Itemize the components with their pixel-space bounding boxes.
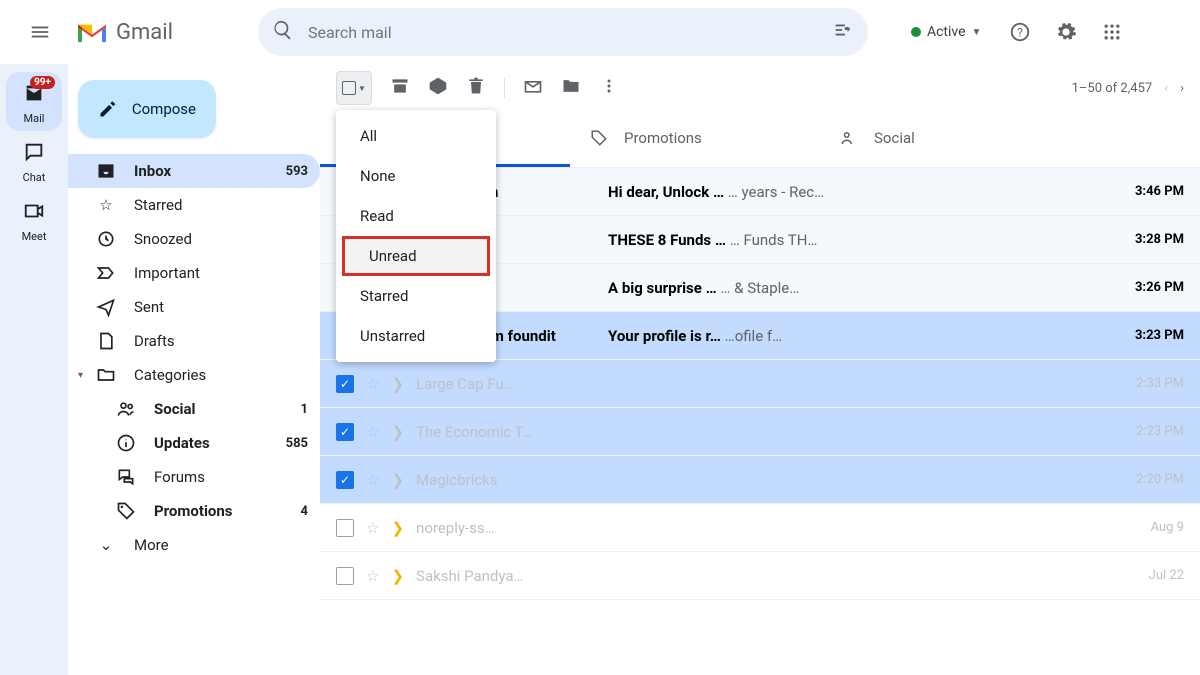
important-marker-icon[interactable]: ❯ [391, 375, 404, 393]
meet-icon [23, 200, 45, 226]
archive-icon[interactable] [390, 76, 410, 100]
sidebar-item-important[interactable]: Important [68, 256, 320, 290]
next-page-icon[interactable]: › [1180, 81, 1184, 96]
move-icon[interactable] [561, 76, 581, 100]
spam-icon[interactable] [428, 76, 448, 100]
more-icon[interactable] [599, 76, 619, 100]
star-icon[interactable]: ☆ [366, 519, 379, 537]
sidebar-item-inbox[interactable]: Inbox593 [68, 154, 320, 188]
folder-icon [96, 365, 116, 385]
dropdown-starred[interactable]: Starred [336, 276, 496, 316]
rail-chat[interactable]: Chat [6, 131, 62, 190]
caret-icon: ▾ [78, 370, 83, 381]
star-icon[interactable]: ☆ [366, 423, 379, 441]
delete-icon[interactable] [466, 76, 486, 100]
select-dropdown-menu: All None Read Unread Starred Unstarred [336, 110, 496, 362]
tag-icon [116, 501, 136, 521]
prev-page-icon[interactable]: ‹ [1164, 81, 1168, 96]
search-bar[interactable] [258, 8, 868, 56]
forum-icon [116, 467, 136, 487]
search-options-icon[interactable] [832, 19, 854, 45]
info-icon [116, 433, 136, 453]
select-all-dropdown[interactable]: ▼ [336, 71, 372, 105]
sidebar-item-promotions[interactable]: Promotions4 [68, 494, 320, 528]
mark-read-icon[interactable] [523, 76, 543, 100]
dropdown-none[interactable]: None [336, 156, 496, 196]
sidebar-item-social[interactable]: Social1 [68, 392, 320, 426]
status-dot-icon [911, 27, 921, 37]
file-icon [96, 331, 116, 351]
apps-icon[interactable] [1092, 12, 1132, 52]
gmail-logo[interactable]: Gmail [76, 16, 173, 48]
svg-text:?: ? [1018, 26, 1024, 40]
sidebar-item-snoozed[interactable]: Snoozed [68, 222, 320, 256]
mail-row[interactable]: ✓☆❯The Economic T…2:23 PM [320, 408, 1200, 456]
important-marker-icon[interactable]: ❯ [391, 567, 404, 585]
people-icon [116, 399, 136, 419]
important-marker-icon[interactable]: ❯ [391, 471, 404, 489]
status-chip[interactable]: Active ▼ [898, 17, 994, 47]
dropdown-unread[interactable]: Unread [342, 236, 490, 276]
divider [504, 78, 505, 98]
important-icon [96, 263, 116, 283]
mail-badge: 99+ [30, 76, 55, 89]
star-icon[interactable]: ☆ [366, 471, 379, 489]
row-checkbox[interactable]: ✓ [336, 471, 354, 489]
mail-icon: 99+ [23, 82, 45, 108]
row-checkbox[interactable]: ✓ [336, 375, 354, 393]
mail-row[interactable]: ✓☆❯Magicbricks2:20 PM [320, 456, 1200, 504]
compose-button[interactable]: Compose [78, 80, 216, 138]
status-text: Active [927, 24, 966, 40]
help-icon[interactable]: ? [1000, 12, 1040, 52]
pager-text: 1–50 of 2,457 [1072, 81, 1153, 96]
search-input[interactable] [308, 23, 824, 42]
clock-icon [96, 229, 116, 249]
rail-meet[interactable]: Meet [6, 190, 62, 249]
sidebar-item-starred[interactable]: ☆Starred [68, 188, 320, 222]
mail-row[interactable]: ✓☆❯Large Cap Fu…2:33 PM [320, 360, 1200, 408]
mail-row[interactable]: ☆❯noreply-ss…Aug 9 [320, 504, 1200, 552]
row-checkbox[interactable] [336, 567, 354, 585]
inbox-icon [96, 161, 116, 181]
sidebar-item-updates[interactable]: Updates585 [68, 426, 320, 460]
settings-icon[interactable] [1046, 12, 1086, 52]
caret-down-icon: ▼ [972, 27, 982, 38]
star-icon[interactable]: ☆ [366, 567, 379, 585]
rail-mail[interactable]: 99+ Mail [6, 72, 62, 131]
dropdown-unstarred[interactable]: Unstarred [336, 316, 496, 356]
sidebar-item-more[interactable]: ⌄More [68, 528, 320, 562]
star-icon: ☆ [96, 195, 116, 215]
row-checkbox[interactable]: ✓ [336, 423, 354, 441]
important-marker-icon[interactable]: ❯ [391, 423, 404, 441]
chat-icon [23, 141, 45, 167]
tab-social[interactable]: Social [820, 112, 1070, 167]
gmail-text: Gmail [116, 20, 173, 45]
star-icon[interactable]: ☆ [366, 375, 379, 393]
search-icon[interactable] [272, 19, 294, 45]
mail-row[interactable]: ☆❯Sakshi Pandya…Jul 22 [320, 552, 1200, 600]
chevron-down-icon: ⌄ [96, 535, 116, 555]
sidebar-item-forums[interactable]: Forums [68, 460, 320, 494]
sidebar-item-drafts[interactable]: Drafts [68, 324, 320, 358]
main-menu-button[interactable] [16, 8, 64, 56]
sent-icon [96, 297, 116, 317]
row-checkbox[interactable] [336, 519, 354, 537]
tab-promotions[interactable]: Promotions [570, 112, 820, 167]
important-marker-icon[interactable]: ❯ [391, 519, 404, 537]
dropdown-all[interactable]: All [336, 116, 496, 156]
sidebar-item-categories[interactable]: ▾Categories [68, 358, 320, 392]
dropdown-read[interactable]: Read [336, 196, 496, 236]
sidebar-item-sent[interactable]: Sent [68, 290, 320, 324]
